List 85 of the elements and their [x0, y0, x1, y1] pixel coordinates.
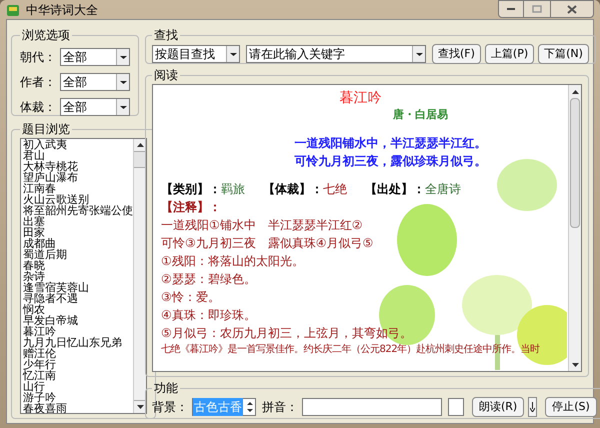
list-item[interactable]: 望庐山瀑布: [23, 172, 133, 183]
meta-value: 七绝: [323, 181, 347, 198]
group-title: 功能: [153, 380, 179, 397]
list-item[interactable]: 将至韶州先寄张端公使: [23, 205, 133, 216]
previous-button[interactable]: 上篇(P): [484, 44, 534, 64]
close-icon: [567, 4, 577, 14]
list-item[interactable]: 忆江南: [23, 370, 133, 381]
down-arrow-icon: [530, 402, 536, 412]
meta-label: 【出处】：: [365, 181, 425, 198]
commentary-text: 七绝《暮江吟》是一首写景佳作。约长庆二年（公元822年）赴杭州刺史任途中所作。当时: [161, 342, 541, 357]
list-item[interactable]: 暮江吟: [23, 326, 133, 337]
list-item[interactable]: 火山云歌送别: [23, 194, 133, 205]
pinyin-label: 拼音：: [262, 399, 298, 416]
scroll-thumb[interactable]: [570, 98, 580, 228]
list-item[interactable]: 游子吟: [23, 392, 133, 403]
field-label: 作者：: [20, 74, 57, 91]
background-value: 古色古香: [193, 398, 243, 416]
list-item[interactable]: 大林寺桃花: [23, 161, 133, 172]
list-item[interactable]: 寻隐者不遇: [23, 293, 133, 304]
group-title: 题目浏览: [21, 121, 71, 138]
group-title: 阅读: [153, 67, 179, 84]
list-item[interactable]: 赠汪伦: [23, 348, 133, 359]
list-item[interactable]: 田家: [23, 227, 133, 238]
window-title: 中华诗词大全: [26, 2, 98, 18]
maximize-button[interactable]: [524, 0, 550, 18]
list-item[interactable]: 春晓: [23, 260, 133, 271]
list-item[interactable]: 君山: [23, 150, 133, 161]
meta-value: 羁旅: [221, 181, 245, 198]
scroll-up-icon[interactable]: [572, 90, 578, 94]
field-label: 体裁：: [20, 99, 57, 116]
notes-heading: 【注释】：: [161, 199, 222, 216]
poem-line: 一道残阳铺水中，半江瑟瑟半江红。: [294, 135, 486, 152]
scroll-down-icon[interactable]: [136, 405, 144, 409]
scroll-up-icon[interactable]: [136, 143, 144, 147]
scrollbar[interactable]: [133, 139, 146, 413]
list-item[interactable]: 初入武夷: [23, 139, 133, 150]
dropdown-button[interactable]: [528, 397, 538, 417]
stop-button[interactable]: 停止(S): [545, 397, 597, 417]
note-line: ④真珠：即珍珠。: [161, 307, 257, 324]
list-item[interactable]: 逢雪宿芙蓉山: [23, 282, 133, 293]
note-line: ②瑟瑟：碧绿色。: [161, 271, 257, 288]
list-item[interactable]: 蜀道后期: [23, 249, 133, 260]
app-icon: [6, 2, 20, 16]
read-aloud-button[interactable]: 朗读(R): [472, 397, 524, 417]
maximize-icon: [532, 5, 542, 13]
meta-value: 全唐诗: [425, 181, 461, 198]
pinyin-field[interactable]: [302, 398, 442, 416]
note-line: ⑤月似弓：农历九月初三，上弦月，其弯如弓。: [161, 325, 413, 342]
minimize-icon: [506, 7, 516, 11]
filter-dropdown[interactable]: 全部: [60, 98, 130, 116]
scroll-thumb[interactable]: [134, 152, 146, 168]
list-item[interactable]: 江南春: [23, 183, 133, 194]
list-item[interactable]: 出塞: [23, 216, 133, 227]
list-item[interactable]: 悯农: [23, 304, 133, 315]
close-button[interactable]: [550, 0, 594, 18]
note-line: ①残阳：将落山的太阳光。: [161, 253, 305, 270]
next-button[interactable]: 下篇(N): [538, 44, 589, 64]
poem-author: 唐・白居易: [392, 107, 449, 122]
list-item[interactable]: 成都曲: [23, 238, 133, 249]
list-item[interactable]: 早发白帝城: [23, 315, 133, 326]
minimize-button[interactable]: [498, 0, 524, 18]
list-item[interactable]: 少年行: [23, 359, 133, 370]
filter-dropdown[interactable]: 全部: [60, 48, 130, 66]
meta-label: 【类别】：: [161, 181, 221, 198]
annotated-line: 可怜③九月初三夜 露似真珠④月似弓⑤: [161, 235, 374, 252]
poem-line: 可怜九月初三夜，露似珍珠月似弓。: [294, 153, 486, 170]
list-item[interactable]: 杂诗: [23, 271, 133, 282]
meta-label: 【体裁】：: [263, 181, 323, 198]
keyword-dropdown[interactable]: 请在此输入关键字: [246, 45, 426, 63]
poem-title: 暮江吟: [338, 90, 382, 107]
search-button[interactable]: 查找(F): [432, 44, 481, 64]
background-label: 背景：: [152, 399, 188, 416]
scroll-down-icon[interactable]: [572, 362, 578, 366]
group-title: 查找: [153, 27, 179, 44]
small-field[interactable]: [448, 398, 464, 416]
spin-arrows-icon[interactable]: [245, 401, 255, 413]
annotated-line: 一道残阳①铺水中 半江瑟瑟半江红②: [161, 217, 364, 234]
field-label: 朝代：: [20, 49, 57, 66]
filter-dropdown[interactable]: 全部: [60, 73, 130, 91]
search-mode-dropdown[interactable]: 按题目查找: [152, 45, 240, 63]
note-line: ③怜：爱。: [161, 289, 221, 306]
list-item[interactable]: 九月九日忆山东兄弟: [23, 337, 133, 348]
group-title: 浏览选项: [21, 27, 71, 44]
scrollbar[interactable]: [568, 85, 581, 371]
list-item[interactable]: 山行: [23, 381, 133, 392]
